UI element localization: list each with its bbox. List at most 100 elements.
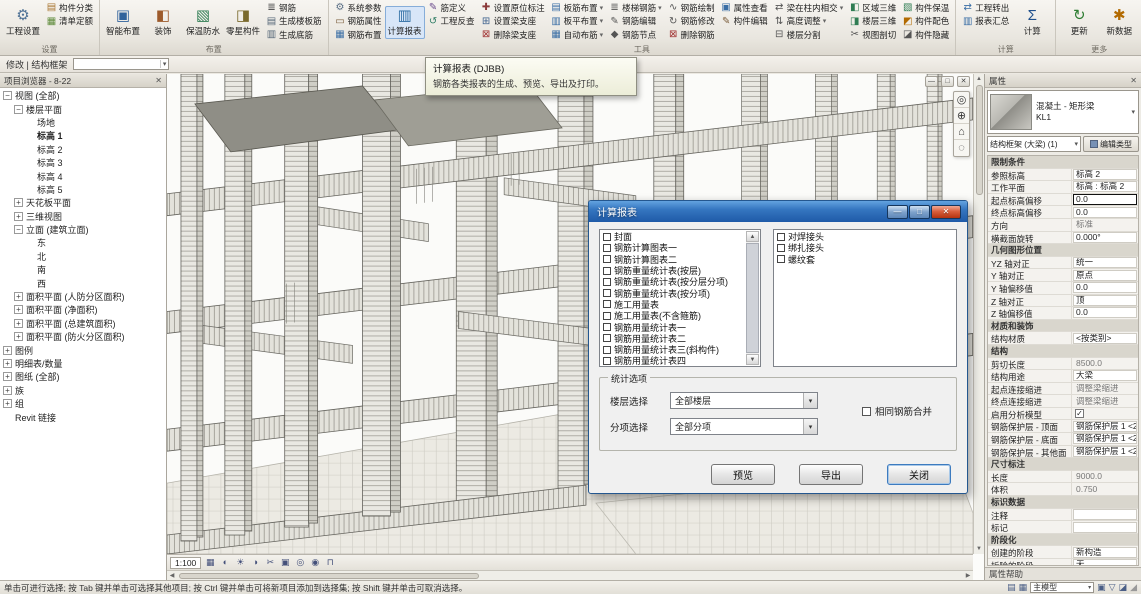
- ribbon-button[interactable]: ⊟楼层分割: [771, 28, 847, 42]
- tree-item[interactable]: 标高 4: [0, 169, 166, 182]
- tree-item[interactable]: 南: [0, 263, 166, 276]
- ribbon-button[interactable]: ◨楼层三维: [846, 15, 899, 29]
- property-value-field[interactable]: 8500.0: [1073, 358, 1137, 369]
- ribbon-button[interactable]: ◩构件配色: [899, 15, 952, 29]
- tree-item[interactable]: +面积平面 (总建筑面积): [0, 317, 166, 330]
- detail-level-icon[interactable]: ▦: [203, 556, 217, 569]
- vertical-scrollbar[interactable]: ▲ ▼: [973, 74, 984, 554]
- preview-button[interactable]: 预览: [711, 464, 775, 485]
- ribbon-button[interactable]: ✎构件编辑: [718, 15, 771, 29]
- tree-expander-icon[interactable]: +: [3, 372, 12, 381]
- tree-item[interactable]: 标高 3: [0, 156, 166, 169]
- scroll-up-icon[interactable]: ▲: [974, 74, 984, 84]
- report-list-item[interactable]: 钢筋重量统计表(按分层分项): [601, 276, 746, 287]
- property-value-field[interactable]: 钢筋保护层 1 <2: [1073, 421, 1137, 432]
- view-scale[interactable]: 1:100: [170, 557, 201, 569]
- checkbox-icon[interactable]: [603, 233, 611, 241]
- ribbon-button[interactable]: ✂视图剖切: [846, 28, 899, 42]
- property-section-header[interactable]: 尺寸标注: [988, 458, 1138, 471]
- ribbon-button[interactable]: ⇄工程转出: [959, 1, 1012, 15]
- zoom-icon[interactable]: ⊕: [954, 108, 969, 124]
- ribbon-button[interactable]: ◧区域三维: [846, 1, 899, 15]
- editable-only-icon[interactable]: ▣: [1097, 582, 1106, 593]
- ribbon-button[interactable]: ▥生成底筋: [263, 28, 325, 42]
- tree-expander-icon[interactable]: +: [3, 386, 12, 395]
- checkbox-checked-icon[interactable]: ✓: [1075, 409, 1084, 418]
- ribbon-button[interactable]: ▤生成楼板筋: [263, 15, 325, 29]
- ribbon-button[interactable]: ▥报表汇总: [959, 15, 1012, 29]
- temporary-hide-icon[interactable]: ◎: [293, 556, 307, 569]
- close-icon[interactable]: ✕: [155, 76, 162, 85]
- ribbon-button[interactable]: ▧构件保温: [899, 1, 952, 15]
- report-list-item[interactable]: 钢筋用量统计表四: [601, 355, 746, 366]
- property-value-field[interactable]: 顶: [1073, 295, 1137, 306]
- ribbon-button[interactable]: ⊠删除钢筋: [665, 28, 718, 42]
- ribbon-button[interactable]: ▣属性查看: [718, 1, 771, 15]
- crop-view-icon[interactable]: ✂: [263, 556, 277, 569]
- report-list-item[interactable]: 施工用量表: [601, 299, 746, 310]
- view-restore-button[interactable]: □: [941, 76, 954, 87]
- tree-expander-icon[interactable]: +: [14, 332, 23, 341]
- tree-item[interactable]: −视图 (全部): [0, 89, 166, 102]
- filter-icon[interactable]: ▽: [1109, 582, 1116, 593]
- joint-list-item[interactable]: 绑扎接头: [775, 242, 955, 253]
- constraints-icon[interactable]: ⊓: [323, 556, 337, 569]
- property-section-header[interactable]: 标识数据: [988, 496, 1138, 509]
- view-minimize-button[interactable]: —: [925, 76, 938, 87]
- ribbon-button[interactable]: Σ计算: [1012, 7, 1052, 38]
- ribbon-button[interactable]: ✱新数据: [1099, 7, 1139, 38]
- checkbox-icon[interactable]: [777, 233, 785, 241]
- ribbon-button[interactable]: ▦钢筋布置: [332, 28, 385, 42]
- ribbon-button[interactable]: ⊞设置梁支座: [478, 15, 548, 29]
- home-icon[interactable]: ⌂: [954, 124, 969, 140]
- property-value-field[interactable]: 原点: [1073, 270, 1137, 281]
- minimize-button[interactable]: —: [887, 205, 908, 219]
- tree-item[interactable]: +面积平面 (净面积): [0, 303, 166, 316]
- report-list-scrollbar[interactable]: ▲ ▼: [746, 231, 759, 365]
- orbit-icon[interactable]: ◌: [954, 140, 969, 156]
- report-list-item[interactable]: 钢筋计算图表二: [601, 254, 746, 265]
- close-window-button[interactable]: ✕: [931, 205, 961, 219]
- scroll-down-icon[interactable]: ▼: [974, 544, 984, 554]
- checkbox-icon[interactable]: [777, 244, 785, 252]
- checkbox-icon[interactable]: [603, 267, 611, 275]
- checkbox-icon[interactable]: [777, 255, 785, 263]
- tree-item[interactable]: +明细表/数量: [0, 357, 166, 370]
- tree-expander-icon[interactable]: −: [14, 105, 23, 114]
- property-value-field[interactable]: 调整梁缩进: [1073, 396, 1137, 407]
- ribbon-button[interactable]: ▥计算报表: [385, 6, 425, 39]
- ribbon-button[interactable]: ⚙系统参数: [332, 1, 385, 15]
- property-value-field[interactable]: 0.0: [1073, 207, 1137, 218]
- property-value-field[interactable]: 0.750: [1073, 484, 1137, 495]
- properties-titlebar[interactable]: 属性 ✕: [985, 74, 1141, 88]
- property-section-header[interactable]: 结构: [988, 345, 1138, 358]
- checkbox-icon[interactable]: [603, 357, 611, 365]
- ribbon-button[interactable]: ◪构件隐藏: [899, 28, 952, 42]
- tree-expander-icon[interactable]: +: [3, 359, 12, 368]
- tree-expander-icon[interactable]: −: [3, 91, 12, 100]
- property-value-field[interactable]: <按类别>: [1073, 333, 1137, 344]
- tree-item[interactable]: 北: [0, 250, 166, 263]
- property-value-field[interactable]: 钢筋保护层 1 <2: [1073, 446, 1137, 457]
- export-button[interactable]: 导出: [799, 464, 863, 485]
- ribbon-button[interactable]: ↺工程反查: [425, 15, 478, 29]
- checkbox-icon[interactable]: [603, 278, 611, 286]
- horizontal-scrollbar[interactable]: ◀ ▶: [167, 570, 973, 580]
- ribbon-button[interactable]: ◨零星构件: [223, 7, 263, 38]
- property-section-header[interactable]: 材质和装饰: [988, 320, 1138, 333]
- steering-wheel-icon[interactable]: ◎: [954, 92, 969, 108]
- tree-item[interactable]: +族: [0, 384, 166, 397]
- reveal-hidden-icon[interactable]: ◉: [308, 556, 322, 569]
- ribbon-button[interactable]: ▣智能布置: [103, 7, 143, 38]
- property-value-field[interactable]: 0.0: [1073, 307, 1137, 318]
- property-value-field[interactable]: 标高 2: [1073, 169, 1137, 180]
- tree-item[interactable]: 标高 1: [0, 129, 166, 142]
- ribbon-button[interactable]: ↻更新: [1059, 7, 1099, 38]
- joint-list-item[interactable]: 对焊接头: [775, 231, 955, 242]
- part-select-combo[interactable]: 全部分项 ▾: [670, 418, 818, 435]
- ribbon-button[interactable]: ✎筋定义: [425, 1, 478, 15]
- tree-expander-icon[interactable]: −: [14, 225, 23, 234]
- scroll-left-icon[interactable]: ◀: [167, 571, 177, 581]
- property-value-field[interactable]: 调整梁缩进: [1073, 383, 1137, 394]
- ribbon-button[interactable]: ▤板筋布置▾: [548, 1, 607, 15]
